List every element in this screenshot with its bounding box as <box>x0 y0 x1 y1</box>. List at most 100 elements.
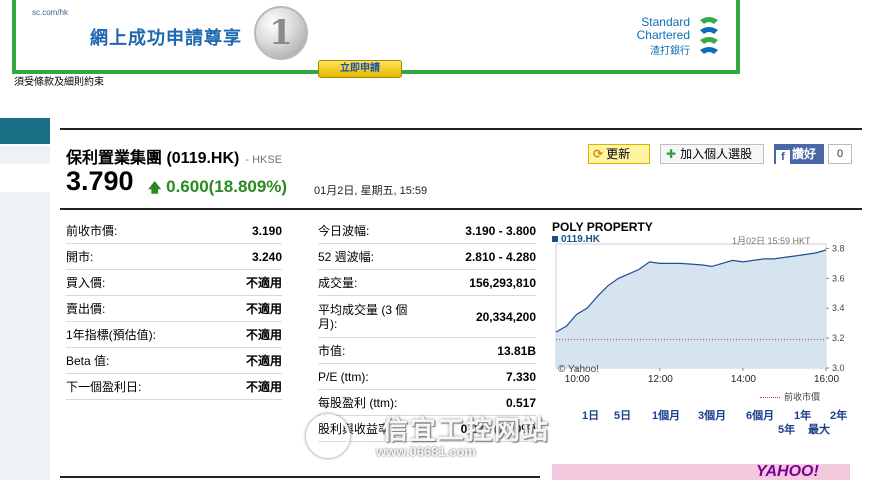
stat-label: 52 週波幅: <box>318 250 375 264</box>
stat-label: Beta 值: <box>66 354 110 368</box>
stat-label: 買入價: <box>66 276 106 290</box>
refresh-button[interactable]: ⟳ 更新 <box>588 144 650 164</box>
stat-row: Beta 值: 不適用 <box>66 348 282 374</box>
range-option[interactable]: 5日 <box>614 410 631 423</box>
left-nav-tab[interactable] <box>0 118 50 144</box>
range-option[interactable]: 6個月 <box>746 410 774 423</box>
range-option[interactable]: 1個月 <box>652 410 680 423</box>
stat-row: 成交量: 156,293,810 <box>318 270 536 296</box>
stat-label: 每股盈利 (ttm): <box>318 396 398 410</box>
yahoo-ad[interactable]: YAHOO! <box>552 464 850 480</box>
stat-label: 開市: <box>66 250 94 264</box>
up-arrow-icon: 🡅 <box>148 180 162 195</box>
stat-value: 3.240 <box>251 249 282 264</box>
stat-row: 開市: 3.240 <box>66 244 282 270</box>
price-change: 🡅 0.600(18.809%) <box>148 177 287 201</box>
stat-value: 13.81B <box>497 343 536 358</box>
stats-table-left: 前收市價: 3.190 開市: 3.240 買入價: 不適用 賣出價: 不適用 1年指標(預估值… <box>66 218 282 400</box>
facebook-icon: f <box>776 150 790 164</box>
stat-row: 下一個盈利日: 不適用 <box>66 374 282 400</box>
stat-label: P/E (ttm): <box>318 369 369 384</box>
stat-label: 市值: <box>318 344 346 358</box>
standard-chartered-logo: Standard Chartered 渣打銀行 <box>624 12 734 57</box>
legend-label: 前收市價 <box>784 392 821 402</box>
stat-value: 7.330 <box>505 369 536 384</box>
company-name: 保利置業集團 (0119.HK) <box>66 150 240 167</box>
brand-chinese: 渣打銀行 <box>650 46 690 57</box>
stat-value: 不適用 <box>245 380 282 394</box>
refresh-icon: ⟳ <box>593 147 604 161</box>
apply-now-button[interactable]: 立即申請 <box>318 60 402 78</box>
terms-text: 須受條款及細則約束 <box>14 77 104 88</box>
stat-value: 不適用 <box>245 276 282 290</box>
range-option[interactable]: 3個月 <box>698 410 726 423</box>
watermark-text: 信宜工控网站 <box>382 415 551 445</box>
stat-label: 下一個盈利日: <box>66 380 142 394</box>
stat-value: 2.810 - 4.280 <box>465 249 536 264</box>
stats-table-right: 今日波幅: 3.190 - 3.800 52 週波幅: 2.810 - 4.280 成交… <box>318 218 536 442</box>
y-tick-label: 3.2 <box>832 333 845 343</box>
range-option[interactable]: 2年 <box>830 410 847 423</box>
divider <box>60 208 862 210</box>
legend-dash <box>760 397 780 399</box>
exchange-label: - HKSE <box>245 154 283 166</box>
watermark: 信宜工控网站 www.06681.com <box>306 410 576 470</box>
brand-name: Standard Chartered <box>637 16 690 42</box>
series-square-icon <box>552 236 558 242</box>
range-option[interactable]: 1年 <box>794 410 811 423</box>
watermark-url: www.06681.com <box>376 444 476 459</box>
chart-range-selector: 1日 5日 1個月 3個月 6個月 1年 2年 5年 最大 <box>552 410 862 440</box>
brand-line-2: Chartered <box>636 28 690 42</box>
stat-row: 市值: 13.81B <box>318 338 536 364</box>
banner-promo-text: 網上成功申請尊享 <box>90 28 242 48</box>
stat-value: 0.517 <box>505 395 536 410</box>
stat-label: 今日波幅: <box>318 224 370 238</box>
coin-graphic: 1 <box>254 6 308 60</box>
stat-row: 買入價: 不適用 <box>66 270 282 296</box>
plus-icon: ✚ <box>666 147 677 161</box>
stat-value: 20,334,200 <box>475 309 536 324</box>
stat-label: 成交量: <box>318 276 358 290</box>
bottom-divider <box>60 476 540 478</box>
stat-label: 1年指標(預估值): <box>66 328 157 342</box>
stat-row: 平均成交量 (3 個月): 20,334,200 <box>318 296 536 338</box>
price-change-value: 0.600(18.809%) <box>166 177 288 196</box>
chart-canvas: 3.8 3.6 3.4 3.2 3.0 10:00 12:00 14:00 16:00 <box>555 243 845 385</box>
add-portfolio-label: 加入個人選股 <box>680 147 753 161</box>
last-price: 3.790 <box>66 166 134 196</box>
sidebar-gap <box>0 164 50 192</box>
stat-row: 前收市價: 3.190 <box>66 218 282 244</box>
intraday-chart[interactable]: 3.8 3.6 3.4 3.2 3.0 10:00 12:00 14:00 16:00 POLY… <box>550 218 852 438</box>
legend-prev-close: 前收市價 <box>760 390 820 403</box>
stat-row: 1年指標(預估值): 不適用 <box>66 322 282 348</box>
chart-symbol: 0119.HK <box>552 234 600 245</box>
stat-value: 不適用 <box>245 302 282 316</box>
stat-row: 52 週波幅: 2.810 - 4.280 <box>318 244 536 270</box>
facebook-label: 讚好 <box>792 147 817 161</box>
range-option[interactable]: 最大 <box>808 424 830 437</box>
quote-header: 保利置業集團 (0119.HK) - HKSE <box>66 144 282 168</box>
y-tick-label: 3.0 <box>832 363 845 373</box>
stat-value: 3.190 - 3.800 <box>465 223 536 238</box>
facebook-like-button[interactable]: f 讚好 <box>774 144 824 164</box>
chart-symbol-text: 0119.HK <box>561 234 600 245</box>
refresh-label: 更新 <box>606 147 631 161</box>
yahoo-ad-logo: YAHOO! <box>756 463 819 480</box>
range-option[interactable]: 5年 <box>778 424 795 437</box>
stat-label: 前收市價: <box>66 224 118 238</box>
y-tick-label: 3.6 <box>832 273 845 283</box>
coin-value: 1 <box>269 13 293 53</box>
chart-credit: © Yahoo! <box>558 364 599 375</box>
x-tick-label: 16:00 <box>814 374 839 385</box>
watermark-logo-icon <box>306 414 350 458</box>
x-tick-label: 12:00 <box>648 374 673 385</box>
stat-row: P/E (ttm): 7.330 <box>318 364 536 390</box>
stat-label: 平均成交量 (3 個月): <box>318 302 408 331</box>
x-tick-label: 14:00 <box>731 374 756 385</box>
range-option[interactable]: 1日 <box>582 410 599 423</box>
x-tick-label: 10:00 <box>565 374 590 385</box>
left-sidebar <box>0 146 50 480</box>
add-portfolio-button[interactable]: ✚ 加入個人選股 <box>660 144 764 164</box>
quote-timestamp: 01月2日, 星期五, 15:59 <box>314 185 428 197</box>
chart-title: POLY PROPERTY <box>552 220 653 234</box>
